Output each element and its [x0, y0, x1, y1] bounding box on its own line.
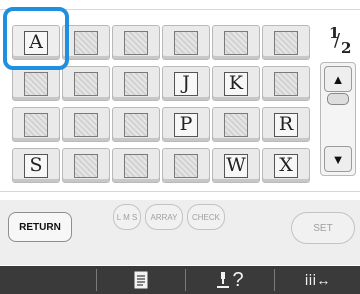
pattern-cell[interactable]	[112, 107, 160, 142]
triangle-up-icon: ▲	[331, 71, 345, 87]
pattern-cell[interactable]	[162, 25, 210, 60]
ornate-character-glyph	[74, 112, 98, 137]
ornate-character-glyph	[174, 30, 198, 55]
pattern-cell[interactable]: X	[262, 148, 310, 183]
lms-button[interactable]: L M S	[113, 204, 141, 230]
scroll-down-button[interactable]: ▼	[324, 146, 352, 172]
scroll-thumb[interactable]	[327, 93, 349, 105]
pattern-cell[interactable]	[12, 66, 60, 101]
ornate-character-glyph	[24, 71, 48, 96]
character-glyph: K	[224, 71, 248, 96]
character-glyph: X	[274, 153, 298, 178]
pattern-cell[interactable]	[112, 66, 160, 101]
pattern-cell[interactable]	[162, 148, 210, 183]
ornate-character-glyph	[74, 30, 98, 55]
pattern-cell[interactable]: A	[12, 25, 60, 60]
scroll-up-button[interactable]: ▲	[324, 66, 352, 92]
pattern-grid: A J K P R S W X	[12, 25, 310, 183]
ornate-character-glyph	[274, 30, 298, 55]
character-glyph: A	[24, 30, 48, 55]
array-button[interactable]: ARRAY	[145, 204, 183, 230]
pattern-cell[interactable]	[62, 148, 110, 183]
pattern-cell[interactable]	[212, 25, 260, 60]
set-button[interactable]: SET	[291, 212, 355, 244]
ornate-character-glyph	[124, 153, 148, 178]
pattern-cell[interactable]: R	[262, 107, 310, 142]
pattern-cell[interactable]	[62, 107, 110, 142]
ornate-character-glyph	[74, 71, 98, 96]
pattern-cell[interactable]	[212, 107, 260, 142]
page-scroller: ▲ ▼	[320, 62, 356, 176]
footer-bar: ? ⅰⅰⅰ↔	[0, 266, 360, 294]
document-list-icon	[134, 271, 148, 289]
footer-stitch-width-button[interactable]: ⅰⅰⅰ↔	[275, 266, 360, 294]
page-indicator: 1 / 2	[328, 24, 352, 57]
character-glyph: J	[174, 71, 198, 96]
bottom-panel: RETURN L M S ARRAY CHECK SET	[0, 200, 360, 265]
ornate-character-glyph	[224, 112, 248, 137]
ornate-character-glyph	[74, 153, 98, 178]
top-divider	[0, 9, 360, 10]
character-glyph: R	[274, 112, 298, 137]
pattern-cell[interactable]	[12, 107, 60, 142]
footer-help-button[interactable]: ?	[186, 266, 274, 294]
character-glyph: P	[174, 112, 198, 137]
page-separator: /	[334, 30, 341, 51]
stitch-width-icon: ⅰⅰⅰ↔	[304, 271, 331, 288]
return-button[interactable]: RETURN	[8, 212, 72, 242]
check-button[interactable]: CHECK	[187, 204, 225, 230]
ornate-character-glyph	[274, 71, 298, 96]
ornate-character-glyph	[124, 71, 148, 96]
bottom-divider	[0, 191, 360, 192]
page-total: 2	[341, 39, 352, 57]
pattern-cell[interactable]: W	[212, 148, 260, 183]
ornate-character-glyph	[224, 30, 248, 55]
pattern-cell[interactable]	[112, 25, 160, 60]
help-question-mark: ?	[232, 268, 244, 291]
pattern-cell[interactable]	[262, 66, 310, 101]
needle-help-icon	[217, 272, 230, 288]
pattern-cell[interactable]: S	[12, 148, 60, 183]
ornate-character-glyph	[24, 112, 48, 137]
pattern-cell[interactable]: J	[162, 66, 210, 101]
pattern-cell[interactable]	[112, 148, 160, 183]
pattern-cell[interactable]: K	[212, 66, 260, 101]
ornate-character-glyph	[174, 153, 198, 178]
ornate-character-glyph	[124, 112, 148, 137]
pattern-cell[interactable]	[62, 66, 110, 101]
triangle-down-icon: ▼	[331, 151, 345, 167]
ornate-character-glyph	[124, 30, 148, 55]
pattern-cell[interactable]	[62, 25, 110, 60]
pattern-cell[interactable]: P	[162, 107, 210, 142]
character-glyph: S	[24, 153, 48, 178]
footer-document-button[interactable]	[97, 266, 185, 294]
character-glyph: W	[224, 153, 248, 178]
pattern-cell[interactable]	[262, 25, 310, 60]
